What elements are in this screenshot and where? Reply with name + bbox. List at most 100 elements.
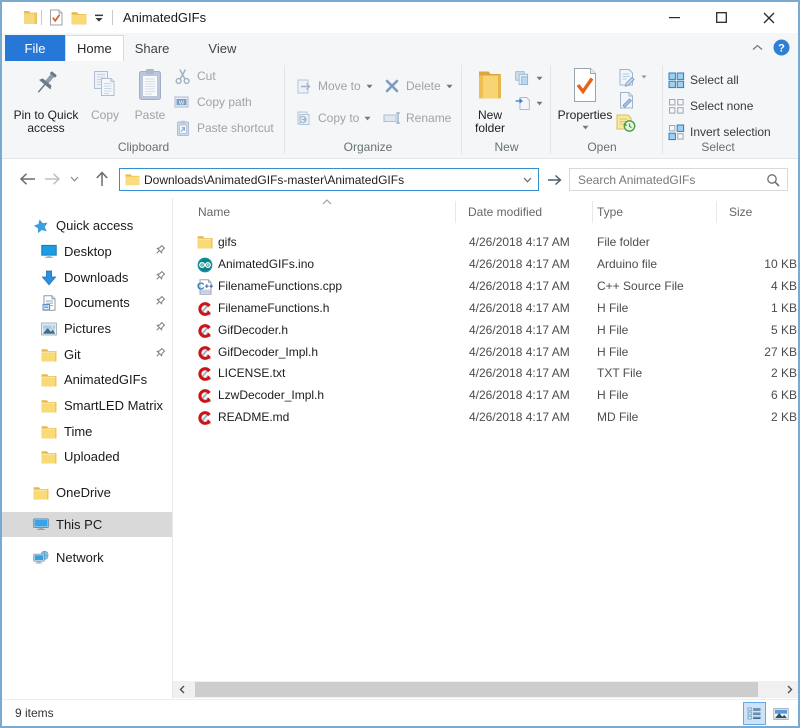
up-button[interactable]: [88, 167, 116, 191]
sidebar-item-quick-access[interactable]: Quick access: [2, 213, 172, 238]
file-row-filenamefunctions.h[interactable]: FilenameFunctions.h 4/26/2018 4:17 AM H …: [173, 298, 798, 320]
pictures-image-icon: [41, 321, 57, 337]
copy-icon: [91, 63, 119, 107]
delete-button[interactable]: Delete: [383, 77, 453, 95]
select-all-button[interactable]: Select all: [667, 71, 739, 89]
address-folder-icon: [125, 173, 140, 186]
sidebar-item-uploaded[interactable]: Uploaded: [2, 444, 172, 469]
sidebar-item-smartled-matrix[interactable]: SmartLED Matrix: [2, 393, 172, 418]
search-box[interactable]: Search AnimatedGIFs: [569, 168, 788, 191]
copy-path-icon: W: [174, 95, 192, 109]
scroll-right-icon[interactable]: [781, 681, 798, 698]
sidebar-item-onedrive[interactable]: OneDrive: [2, 480, 172, 505]
address-dropdown-icon[interactable]: [523, 177, 532, 183]
sidebar-item-desktop[interactable]: Desktop: [2, 239, 172, 264]
navigation-pane: Quick access Desktop Downloads Documents…: [2, 198, 172, 699]
pin-icon: [154, 321, 166, 333]
move-to-button[interactable]: Move to: [295, 77, 373, 95]
file-date: 4/26/2018 4:17 AM: [469, 257, 570, 271]
file-size: 5 KB: [771, 323, 797, 337]
sidebar-item-animatedgifs[interactable]: AnimatedGIFs: [2, 367, 172, 392]
copy-path-button[interactable]: W Copy path: [174, 89, 274, 115]
paste-shortcut-button[interactable]: Paste shortcut: [174, 115, 274, 141]
invert-selection-button[interactable]: Invert selection: [667, 123, 771, 141]
easy-access-button[interactable]: [514, 94, 543, 112]
properties-button[interactable]: Properties: [555, 63, 615, 130]
horizontal-scrollbar[interactable]: [173, 681, 798, 698]
paste-button[interactable]: Paste: [128, 63, 172, 122]
move-to-icon: [295, 78, 313, 95]
h-file-icon: [197, 345, 213, 361]
go-to-button[interactable]: [543, 168, 565, 191]
title-bar: AnimatedGIFs: [2, 2, 798, 33]
minimize-button[interactable]: [651, 2, 698, 33]
sidebar-item-this-pc[interactable]: This PC: [2, 512, 172, 537]
back-button[interactable]: [15, 167, 40, 191]
copy-button[interactable]: Copy: [84, 63, 126, 122]
address-bar[interactable]: Downloads\AnimatedGIFs-master\AnimatedGI…: [119, 168, 539, 191]
scroll-left-icon[interactable]: [173, 681, 190, 698]
main-area: Quick access Desktop Downloads Documents…: [2, 198, 798, 699]
new-item-button[interactable]: [514, 69, 543, 87]
sidebar-item-downloads[interactable]: Downloads: [2, 265, 172, 290]
file-row-readme.md[interactable]: README.md 4/26/2018 4:17 AM MD File 2 KB: [173, 407, 798, 429]
sidebar-item-git[interactable]: Git: [2, 342, 172, 367]
folder-icon: [41, 449, 57, 465]
maximize-button[interactable]: [698, 2, 745, 33]
ribbon: Pin to Quick access Copy Paste Cut W Cop…: [2, 61, 798, 159]
qat-customize-chevron-icon[interactable]: [94, 2, 104, 33]
address-path[interactable]: Downloads\AnimatedGIFs-master\AnimatedGI…: [144, 173, 523, 187]
sidebar-item-pictures[interactable]: Pictures: [2, 316, 172, 341]
details-view-button[interactable]: [743, 702, 766, 725]
forward-button[interactable]: [40, 167, 65, 191]
new-folder-button[interactable]: New folder: [466, 63, 514, 134]
file-type: H File: [597, 323, 628, 337]
open-button[interactable]: [617, 91, 636, 109]
sidebar-item-network[interactable]: Network: [2, 545, 172, 570]
delete-icon: [383, 78, 401, 94]
file-row-lzwdecoder_impl.h[interactable]: LzwDecoder_Impl.h 4/26/2018 4:17 AM H Fi…: [173, 385, 798, 407]
column-header-date[interactable]: Date modified: [456, 201, 593, 223]
pin-to-quick-access-button[interactable]: Pin to Quick access: [8, 63, 84, 134]
tab-home[interactable]: Home: [65, 35, 124, 61]
recent-locations-chevron[interactable]: [65, 167, 84, 191]
copy-to-button[interactable]: Copy to: [295, 109, 371, 127]
file-row-gifdecoder.h[interactable]: GifDecoder.h 4/26/2018 4:17 AM H File 5 …: [173, 320, 798, 342]
window-title: AnimatedGIFs: [123, 2, 206, 33]
tab-view[interactable]: View: [194, 35, 250, 61]
svg-text:W: W: [179, 100, 185, 106]
edit-button[interactable]: [617, 68, 647, 86]
file-row-animatedgifs.ino[interactable]: AnimatedGIFs.ino 4/26/2018 4:17 AM Ardui…: [173, 254, 798, 276]
history-button[interactable]: [615, 114, 637, 132]
sidebar-item-documents[interactable]: Documents: [2, 290, 172, 315]
column-header-size[interactable]: Size: [717, 201, 798, 223]
quick-access-star-icon: [33, 218, 49, 234]
qat-properties-button[interactable]: [49, 2, 63, 33]
explorer-window-icon: [23, 2, 38, 33]
qat-newfolder-button[interactable]: [71, 2, 87, 33]
file-row-filenamefunctions.cpp[interactable]: C++ FilenameFunctions.cpp 4/26/2018 4:17…: [173, 276, 798, 298]
rename-button[interactable]: Rename: [383, 109, 451, 127]
sidebar-item-time[interactable]: Time: [2, 419, 172, 444]
select-none-button[interactable]: Select none: [667, 97, 753, 115]
minimize-ribbon-icon[interactable]: [752, 44, 763, 51]
folder-icon: [197, 235, 213, 251]
file-type: H File: [597, 301, 628, 315]
quick-access-toolbar: [2, 2, 122, 33]
file-row-gifdecoder_impl.h[interactable]: GifDecoder_Impl.h 4/26/2018 4:17 AM H Fi…: [173, 342, 798, 364]
thumbnails-view-button[interactable]: [772, 702, 790, 725]
close-button[interactable]: [745, 2, 792, 33]
pin-icon: [154, 244, 166, 256]
scrollbar-thumb[interactable]: [195, 682, 758, 697]
cut-button[interactable]: Cut: [174, 63, 274, 89]
help-icon[interactable]: ?: [773, 39, 790, 56]
column-header-name[interactable]: Name: [173, 201, 456, 223]
file-menu-button[interactable]: File: [5, 35, 65, 61]
select-group-label: Select: [663, 140, 773, 154]
column-header-type[interactable]: Type: [593, 201, 717, 223]
move-to-label: Move to: [318, 79, 361, 93]
delete-dropdown-icon: [446, 84, 453, 89]
file-row-gifs[interactable]: gifs 4/26/2018 4:17 AM File folder: [173, 232, 798, 254]
file-row-license.txt[interactable]: LICENSE.txt 4/26/2018 4:17 AM TXT File 2…: [173, 363, 798, 385]
tab-share[interactable]: Share: [124, 35, 181, 61]
